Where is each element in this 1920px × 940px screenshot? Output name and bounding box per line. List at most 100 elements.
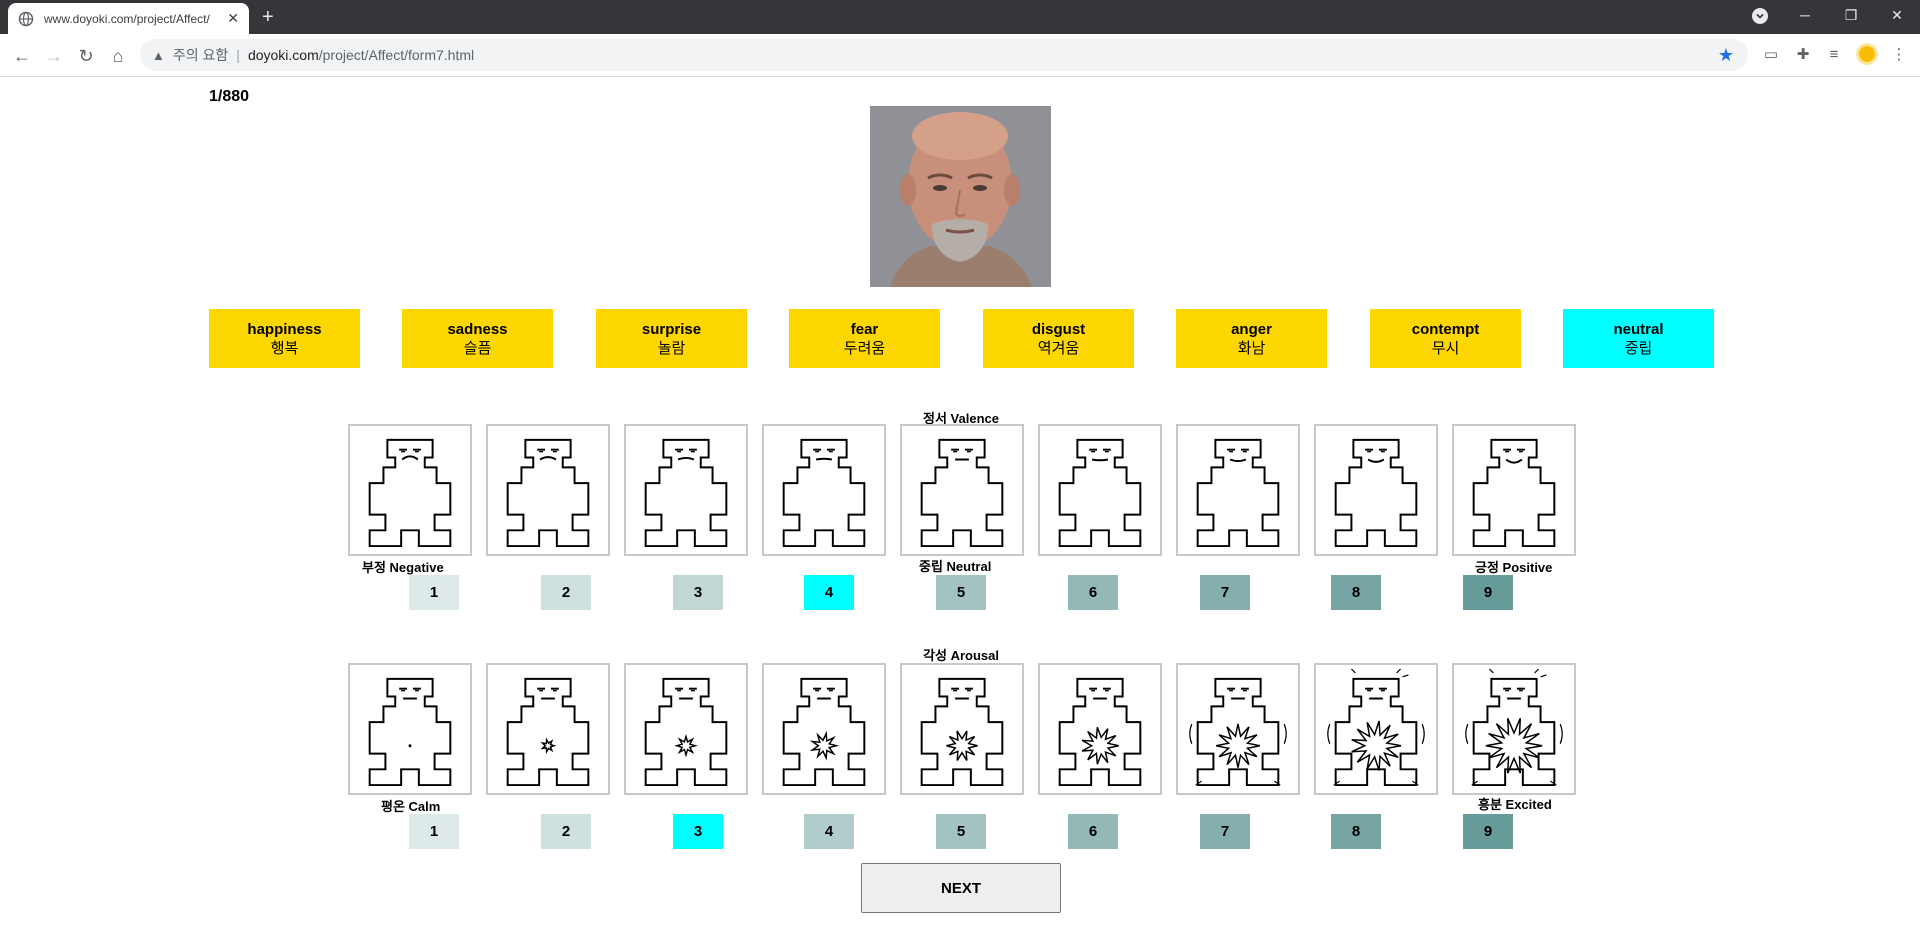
sam-figure-icon xyxy=(782,677,866,787)
arousal-figure-8[interactable] xyxy=(1314,663,1438,795)
sam-figure-icon xyxy=(1472,438,1556,548)
arousal-figure-7[interactable] xyxy=(1176,663,1300,795)
arousal-figure-4[interactable] xyxy=(762,663,886,795)
valence-figure-2[interactable] xyxy=(486,424,610,556)
sam-figure-icon xyxy=(920,438,1004,548)
url-host: doyoki.com xyxy=(247,47,319,63)
arousal-rating-8[interactable]: 8 xyxy=(1331,814,1381,849)
cast-icon[interactable]: ▭ xyxy=(1760,43,1782,65)
arousal-figure-1[interactable] xyxy=(348,663,472,795)
emotion-label-en: neutral xyxy=(1613,320,1664,338)
valence-figure-7[interactable] xyxy=(1176,424,1300,556)
browser-toolbar: ← → ↻ ⌂ ▲ 주의 요함 | doyoki.com/project/Aff… xyxy=(0,34,1920,77)
close-window-icon[interactable]: ✕ xyxy=(1874,0,1920,30)
valence-figure-6[interactable] xyxy=(1038,424,1162,556)
sam-figure-icon xyxy=(506,438,590,548)
emotion-label-en: surprise xyxy=(641,320,702,338)
emotion-label-en: anger xyxy=(1231,320,1272,338)
back-icon[interactable]: ← xyxy=(8,42,36,70)
valence-rating-9[interactable]: 9 xyxy=(1463,575,1513,610)
extensions-puzzle-icon[interactable]: ✚ xyxy=(1792,43,1814,65)
emotion-label-ko: 무시 xyxy=(1431,339,1460,357)
emotion-button-contempt[interactable]: contempt 무시 xyxy=(1370,309,1521,368)
emotion-label-en: contempt xyxy=(1411,320,1480,338)
valence-rating-8[interactable]: 8 xyxy=(1331,575,1381,610)
reload-icon[interactable]: ↻ xyxy=(72,42,100,70)
arousal-rating-7[interactable]: 7 xyxy=(1200,814,1250,849)
sam-figure-icon xyxy=(368,677,452,787)
sam-figure-icon xyxy=(1058,677,1142,787)
next-button[interactable]: NEXT xyxy=(861,863,1061,913)
tab-close-icon[interactable]: ✕ xyxy=(227,10,239,27)
arousal-figure-9[interactable] xyxy=(1452,663,1576,795)
emotion-button-fear[interactable]: fear 두려움 xyxy=(789,309,940,368)
tab-search-icon[interactable] xyxy=(1752,8,1768,24)
sam-figure-icon xyxy=(1465,668,1563,787)
url-separator: | xyxy=(236,47,240,63)
valence-rating-6[interactable]: 6 xyxy=(1068,575,1118,610)
emotion-button-disgust[interactable]: disgust 역겨움 xyxy=(983,309,1134,368)
minimize-icon[interactable]: ─ xyxy=(1782,0,1828,30)
valence-figure-5[interactable] xyxy=(900,424,1024,556)
valence-rating-3[interactable]: 3 xyxy=(673,575,723,610)
forward-icon[interactable]: → xyxy=(40,42,68,70)
arousal-figure-6[interactable] xyxy=(1038,663,1162,795)
valence-rating-7[interactable]: 7 xyxy=(1200,575,1250,610)
emotion-button-anger[interactable]: anger 화남 xyxy=(1176,309,1327,368)
emotion-label-en: fear xyxy=(850,320,879,338)
emotion-button-surprise[interactable]: surprise 놀람 xyxy=(596,309,747,368)
emotion-button-happiness[interactable]: happiness 행복 xyxy=(209,309,360,368)
arousal-rating-5[interactable]: 5 xyxy=(936,814,986,849)
emotion-label-en: sadness xyxy=(447,320,508,338)
security-label: 주의 요함 xyxy=(172,47,229,63)
sam-figure-icon xyxy=(1058,438,1142,548)
valence-figure-4[interactable] xyxy=(762,424,886,556)
emotion-label-en: happiness xyxy=(247,320,322,338)
arousal-rating-1[interactable]: 1 xyxy=(409,814,459,849)
emotion-label-ko: 중립 xyxy=(1624,339,1653,357)
globe-icon xyxy=(18,11,34,26)
arousal-figure-3[interactable] xyxy=(624,663,748,795)
arousal-rating-4[interactable]: 4 xyxy=(804,814,854,849)
browser-tab-strip: www.doyoki.com/project/Affect/ ✕ + ─ ❐ ✕ xyxy=(0,0,1920,34)
page-content: 1/880 happiness 행복 sadness 슬픔 surprise 놀… xyxy=(0,78,1920,940)
arousal-rating-2[interactable]: 2 xyxy=(541,814,591,849)
sam-figure-icon xyxy=(1334,438,1418,548)
arousal-rating-9[interactable]: 9 xyxy=(1463,814,1513,849)
emotion-button-neutral[interactable]: neutral 중립 xyxy=(1563,309,1714,368)
browser-tab[interactable]: www.doyoki.com/project/Affect/ ✕ xyxy=(8,3,249,34)
home-icon[interactable]: ⌂ xyxy=(104,42,132,70)
sam-figure-icon xyxy=(506,677,590,787)
new-tab-button[interactable]: + xyxy=(262,6,274,28)
sam-figure-icon xyxy=(1196,438,1280,548)
valence-rating-4[interactable]: 4 xyxy=(804,575,854,610)
restore-icon[interactable]: ❐ xyxy=(1828,0,1874,30)
warning-icon[interactable]: ▲ xyxy=(152,48,165,63)
arousal-figure-5[interactable] xyxy=(900,663,1024,795)
emotion-label-en: disgust xyxy=(1031,320,1086,338)
valence-figure-1[interactable] xyxy=(348,424,472,556)
menu-kebab-icon[interactable]: ⋮ xyxy=(1888,43,1910,65)
profile-avatar-icon[interactable] xyxy=(1856,43,1878,65)
arousal-figure-2[interactable] xyxy=(486,663,610,795)
valence-rating-2[interactable]: 2 xyxy=(541,575,591,610)
arousal-title: 각성 Arousal xyxy=(923,648,999,663)
url-path: /project/Affect/form7.html xyxy=(318,47,475,63)
emotion-button-sadness[interactable]: sadness 슬픔 xyxy=(402,309,553,368)
valence-rating-5[interactable]: 5 xyxy=(936,575,986,610)
bookmark-star-icon[interactable]: ★ xyxy=(1718,45,1734,66)
valence-figure-8[interactable] xyxy=(1314,424,1438,556)
media-control-icon[interactable]: ≡ xyxy=(1823,43,1845,65)
address-bar[interactable]: ▲ 주의 요함 | doyoki.com/project/Affect/form… xyxy=(140,39,1748,71)
emotion-choices: happiness 행복 sadness 슬픔 surprise 놀람 fear… xyxy=(209,309,1714,368)
valence-figure-3[interactable] xyxy=(624,424,748,556)
sam-figure-icon xyxy=(644,438,728,548)
valence-figure-9[interactable] xyxy=(1452,424,1576,556)
arousal-rating-3[interactable]: 3 xyxy=(673,814,723,849)
arousal-rating-6[interactable]: 6 xyxy=(1068,814,1118,849)
item-counter: 1/880 xyxy=(209,88,250,105)
valence-anchor-negative: 부정 Negative xyxy=(362,560,444,575)
valence-rating-1[interactable]: 1 xyxy=(409,575,459,610)
emotion-label-ko: 슬픔 xyxy=(463,339,492,357)
emotion-label-ko: 화남 xyxy=(1237,339,1266,357)
